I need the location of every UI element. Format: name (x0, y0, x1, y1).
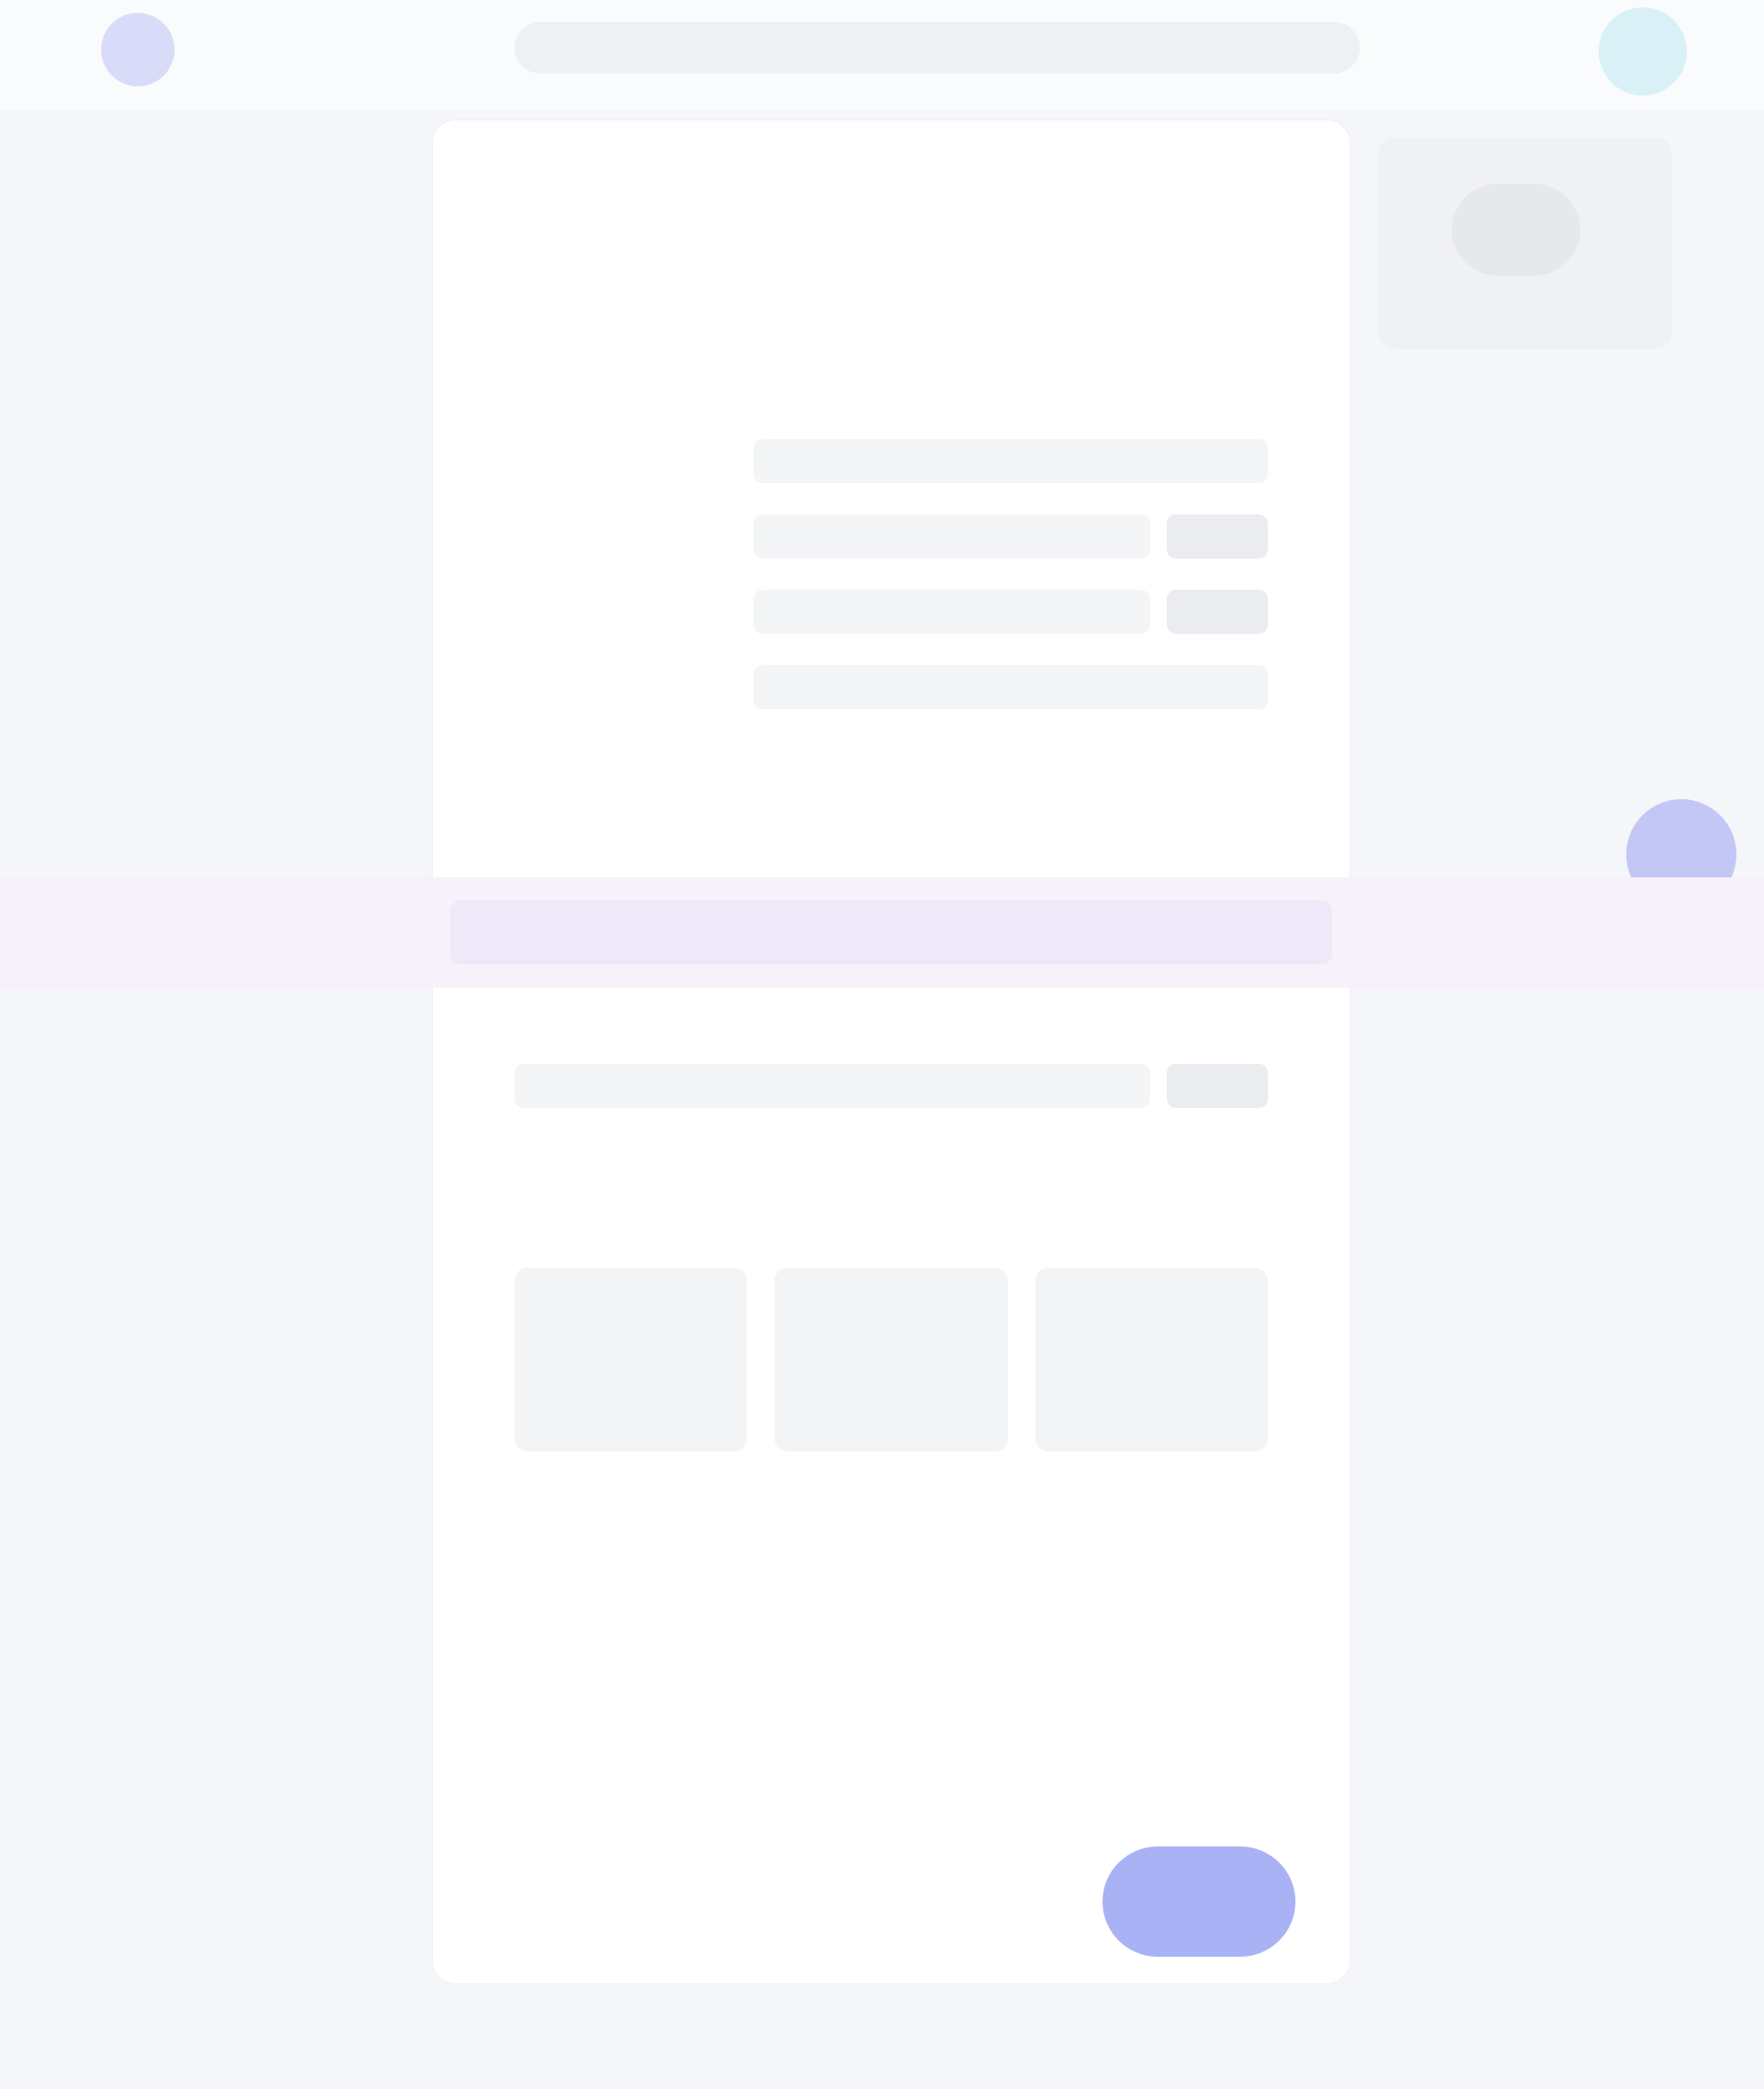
form-row (514, 658, 1268, 717)
field-input[interactable] (753, 665, 1268, 709)
option-tile[interactable] (514, 1268, 748, 1451)
form-row (514, 507, 1268, 566)
sidebar (64, 138, 395, 294)
option-tile[interactable] (775, 1268, 1008, 1451)
form-row (514, 582, 1268, 641)
field-input[interactable] (753, 514, 1150, 559)
footer-note (514, 1727, 845, 1810)
options-section (514, 1231, 1268, 1672)
form-section (514, 432, 1268, 781)
form-row (514, 432, 1268, 491)
detail-section (514, 1056, 1268, 1203)
field-input[interactable] (753, 590, 1150, 634)
sidebar-item[interactable] (64, 138, 395, 189)
option-tile[interactable] (1035, 1268, 1268, 1451)
search-input[interactable] (514, 22, 1360, 73)
main-card (432, 119, 1351, 1984)
app-logo[interactable] (101, 13, 175, 86)
field-input[interactable] (514, 1064, 1150, 1108)
status-badge (1452, 184, 1580, 276)
form-row (514, 1056, 1268, 1115)
field-tag (1167, 590, 1268, 634)
field-tag (1167, 1064, 1268, 1108)
section-meta (900, 276, 1213, 312)
page-title (514, 138, 827, 193)
primary-button[interactable] (1102, 1846, 1295, 1957)
field-tag (1167, 514, 1268, 559)
sidebar-item[interactable] (64, 198, 395, 250)
avatar[interactable] (1599, 7, 1687, 96)
field-input[interactable] (753, 439, 1268, 483)
section-subtitle (514, 276, 735, 312)
option-tiles (514, 1268, 1268, 1451)
highlight-message (450, 900, 1332, 965)
